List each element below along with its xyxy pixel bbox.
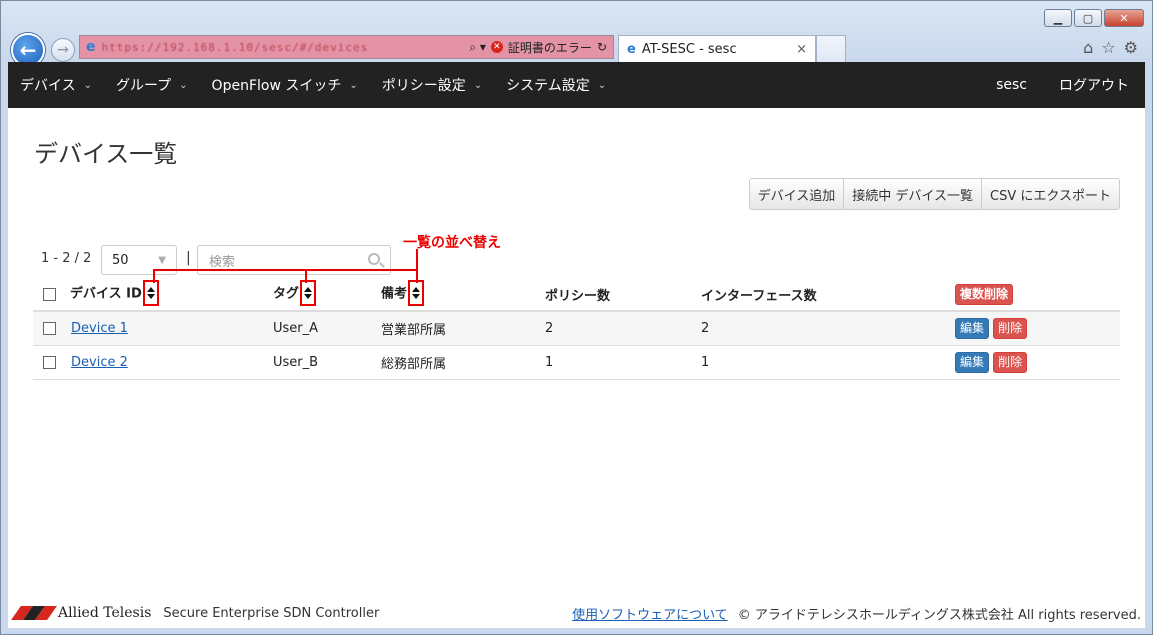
product-name: Secure Enterprise SDN Controller — [163, 605, 380, 621]
browser-tab[interactable]: e AT-SESC - sesc × — [618, 35, 816, 63]
new-tab-button[interactable] — [816, 35, 846, 63]
refresh-icon[interactable]: ↻ — [597, 40, 607, 54]
edit-button[interactable]: 編集 — [955, 318, 990, 339]
favorites-star-icon[interactable]: ☆ — [1101, 38, 1115, 57]
brand-name: Allied Telesis — [58, 605, 152, 621]
column-header-note[interactable]: 備考 — [381, 280, 425, 307]
forward-arrow-icon: → — [57, 42, 69, 58]
window-controls: ▁ ▢ ✕ — [1044, 9, 1144, 27]
column-header-label: デバイス ID — [70, 286, 142, 302]
nav-item-openflow-switch[interactable]: OpenFlow スイッチ ⌄ — [200, 75, 370, 95]
nav-item-system-settings[interactable]: システム設定 ⌄ — [494, 75, 618, 95]
column-header-interface-count: インターフェース数 — [701, 288, 817, 304]
column-header-label: タグ — [273, 286, 300, 302]
app-navbar: デバイス ⌄ グループ ⌄ OpenFlow スイッチ ⌄ ポリシー設定 ⌄ シ… — [8, 62, 1145, 108]
allied-telesis-logo — [11, 606, 57, 620]
export-csv-button[interactable]: CSV にエクスポート — [982, 178, 1120, 210]
software-info-link[interactable]: 使用ソフトウェアについて — [572, 604, 728, 623]
tag-cell: User_B — [273, 355, 319, 370]
note-cell: 営業部所属 — [381, 323, 447, 338]
nav-item-groups[interactable]: グループ ⌄ — [104, 75, 200, 95]
nav-label: ポリシー設定 — [381, 78, 466, 94]
page-title: デバイス一覧 — [34, 140, 178, 168]
interface-count-cell: 2 — [701, 321, 710, 336]
delete-button[interactable]: 削除 — [993, 352, 1028, 373]
ie-tab-icon: e — [627, 42, 636, 57]
add-device-button[interactable]: デバイス追加 — [748, 178, 845, 210]
dropdown-caret-icon: ▼ — [158, 255, 166, 266]
minimize-button[interactable]: ▁ — [1044, 9, 1072, 27]
edit-button[interactable]: 編集 — [955, 352, 990, 373]
policy-count-cell: 2 — [545, 321, 554, 336]
address-bar[interactable]: e https://192.168.1.10/sesc/#/devices ⌕ … — [79, 35, 614, 59]
chevron-down-icon: ⌄ — [179, 79, 188, 91]
device-id-link[interactable]: Device 1 — [71, 321, 128, 336]
table-header-row: デバイス ID タグ 備考 ポリシー数 インターフェース数 複数削除 — [33, 278, 1120, 312]
search-icon — [368, 253, 380, 265]
note-cell: 総務部所属 — [381, 357, 447, 372]
chevron-down-icon: ⌄ — [597, 79, 607, 91]
address-url[interactable]: https://192.168.1.10/sesc/#/devices — [102, 41, 470, 54]
action-button-group: デバイス追加 接続中 デバイス一覧 CSV にエクスポート — [748, 178, 1120, 210]
row-checkbox[interactable] — [43, 322, 56, 335]
table-row: Device 1 User_A 営業部所属 2 2 編集 削除 — [33, 312, 1120, 346]
copyright-text: © アライドテレシスホールディングス株式会社 All rights reserv… — [737, 607, 1141, 623]
chevron-down-icon: ⌄ — [83, 79, 92, 91]
tab-close-icon[interactable]: × — [796, 42, 807, 57]
column-header-tag[interactable]: タグ — [273, 280, 317, 307]
connected-devices-button[interactable]: 接続中 デバイス一覧 — [844, 178, 983, 210]
nav-item-devices[interactable]: デバイス ⌄ — [8, 75, 104, 95]
search-placeholder: 検索 — [209, 254, 236, 270]
home-icon[interactable]: ⌂ — [1083, 38, 1093, 57]
logout-link[interactable]: ログアウト — [1039, 75, 1145, 95]
column-header-label: 備考 — [381, 286, 408, 302]
nav-user[interactable]: sesc — [984, 77, 1039, 93]
close-window-button[interactable]: ✕ — [1104, 9, 1144, 27]
select-all-checkbox[interactable] — [43, 287, 56, 301]
nav-item-policy-settings[interactable]: ポリシー設定 ⌄ — [370, 75, 494, 95]
sort-icon[interactable] — [300, 280, 317, 306]
forward-button[interactable]: → — [51, 38, 75, 62]
pagination-range: 1 - 2 / 2 — [41, 251, 92, 266]
page-content: デバイス一覧 デバイス追加 接続中 デバイス一覧 CSV にエクスポート 1 -… — [8, 108, 1145, 628]
row-checkbox[interactable] — [43, 356, 56, 369]
delete-button[interactable]: 削除 — [993, 318, 1028, 339]
ie-page-icon: e — [86, 39, 96, 55]
search-icon[interactable]: ⌕ ▾ — [469, 40, 486, 55]
sort-icon[interactable] — [408, 280, 425, 306]
back-arrow-icon: ← — [19, 38, 37, 62]
tag-cell: User_A — [273, 321, 319, 336]
device-id-link[interactable]: Device 2 — [71, 355, 128, 370]
column-header-policy-count: ポリシー数 — [545, 288, 611, 304]
table-row: Device 2 User_B 総務部所属 1 1 編集 削除 — [33, 346, 1120, 380]
browser-toolbar-icons: ⌂ ☆ ⚙ — [1083, 38, 1138, 57]
nav-label: OpenFlow スイッチ — [211, 78, 342, 94]
nav-label: デバイス — [20, 78, 76, 94]
cert-error-text[interactable]: 証明書のエラー — [508, 39, 592, 56]
tab-title: AT-SESC - sesc — [641, 42, 737, 57]
separator: | — [186, 250, 191, 266]
interface-count-cell: 1 — [701, 355, 710, 370]
settings-gear-icon[interactable]: ⚙ — [1124, 38, 1138, 57]
page-size-value: 50 — [112, 252, 129, 268]
maximize-button[interactable]: ▢ — [1074, 9, 1102, 27]
bulk-delete-button[interactable]: 複数削除 — [955, 283, 1014, 305]
chevron-down-icon: ⌄ — [349, 79, 358, 91]
column-header-device-id[interactable]: デバイス ID — [70, 280, 159, 307]
nav-label: システム設定 — [506, 78, 590, 94]
nav-label: グループ — [115, 78, 172, 94]
page-footer: Allied Telesis Secure Enterprise SDN Con… — [8, 598, 1145, 628]
cert-error-icon: ✕ — [490, 41, 503, 53]
sort-icon[interactable] — [142, 280, 159, 306]
annotation-line — [416, 249, 418, 270]
annotation-line — [153, 269, 418, 271]
device-table: デバイス ID タグ 備考 ポリシー数 インターフェース数 複数削除 Devic… — [33, 278, 1120, 380]
policy-count-cell: 1 — [545, 355, 554, 370]
chevron-down-icon: ⌄ — [473, 79, 483, 91]
